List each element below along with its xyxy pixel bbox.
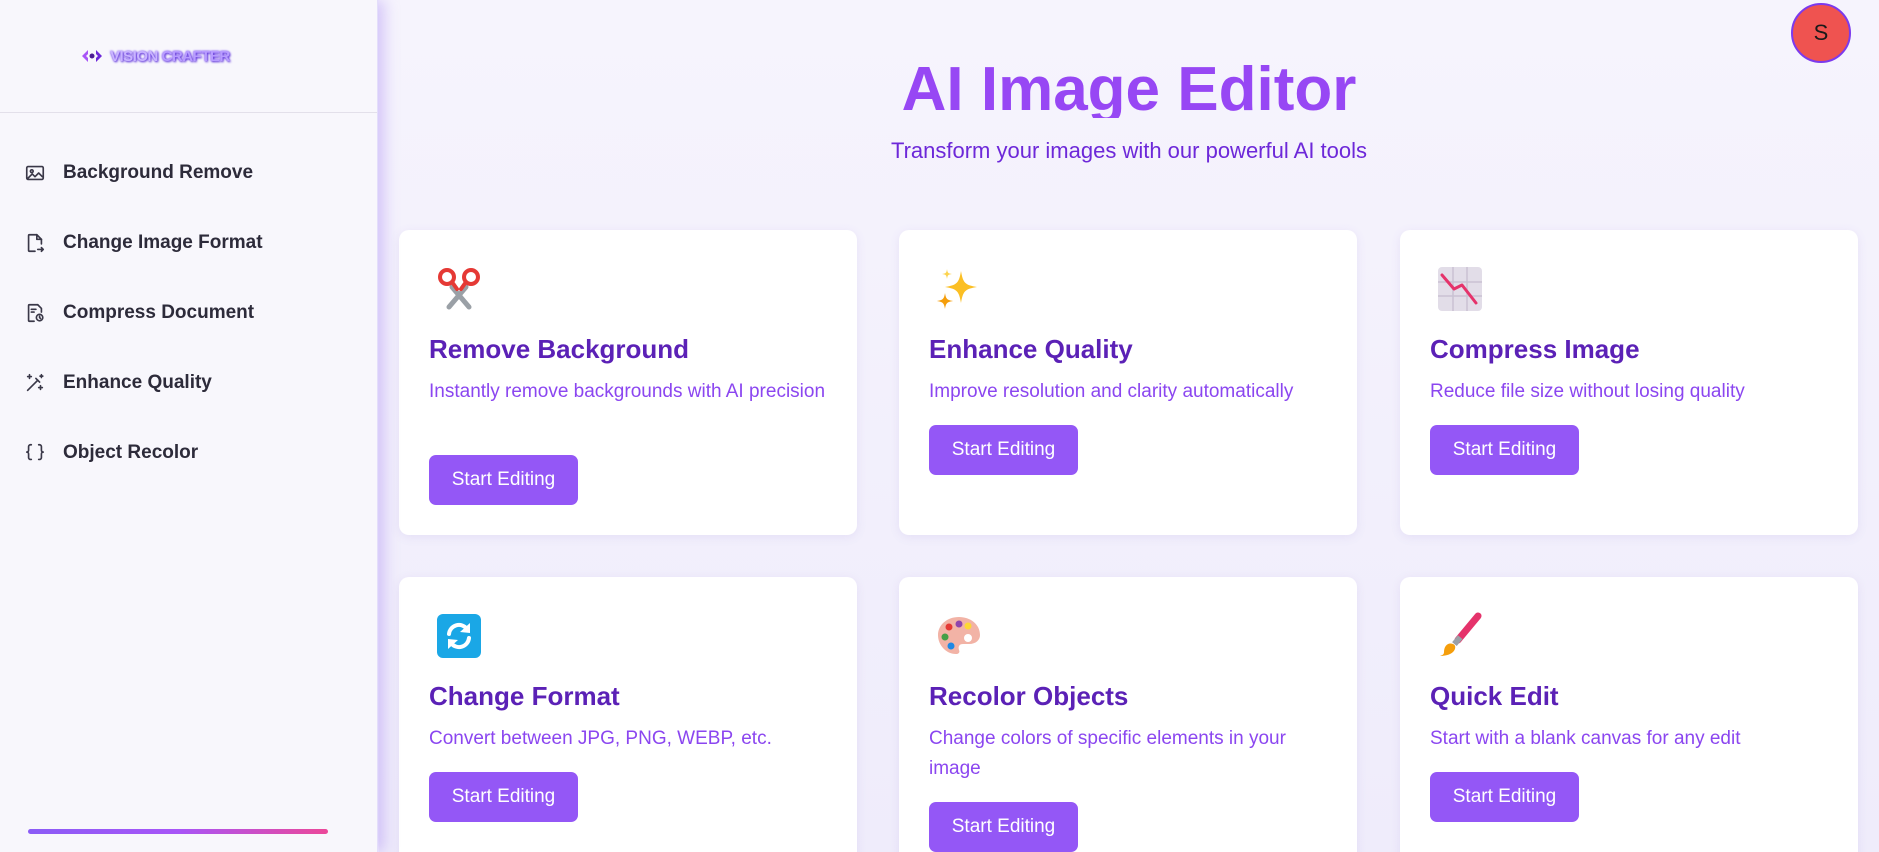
page-subtitle: Transform your images with our powerful … bbox=[890, 138, 1368, 163]
logo-text: VISION CRAFTER bbox=[110, 47, 230, 65]
sidebar-item-compress-document[interactable]: Compress Document bbox=[0, 278, 377, 348]
sidebar-gradient-bar bbox=[28, 829, 328, 834]
start-editing-button[interactable]: Start Editing bbox=[1430, 772, 1579, 822]
scissors-icon bbox=[435, 265, 483, 313]
magic-wand-icon bbox=[24, 372, 46, 394]
sidebar-item-enhance-quality[interactable]: Enhance Quality bbox=[0, 348, 377, 418]
start-editing-button[interactable]: Start Editing bbox=[929, 802, 1078, 852]
start-editing-button[interactable]: Start Editing bbox=[429, 455, 578, 505]
card-description: Reduce file size without losing quality bbox=[1430, 381, 1745, 402]
chart-decreasing-icon bbox=[1436, 265, 1484, 313]
palette-icon bbox=[935, 612, 983, 660]
sidebar-item-label: Background Remove bbox=[63, 162, 254, 183]
main-content: S AI Image Editor Transform your images … bbox=[379, 0, 1879, 852]
sidebar-nav: Background Remove Change Image Format Co… bbox=[0, 113, 377, 488]
sidebar-item-object-recolor[interactable]: Object Recolor bbox=[0, 418, 377, 488]
card-title: Remove Background bbox=[429, 334, 690, 364]
card-description: Improve resolution and clarity automatic… bbox=[929, 381, 1294, 402]
card-description: Change colors of specific elements in yo… bbox=[929, 728, 1286, 779]
sidebar-item-label: Compress Document bbox=[63, 302, 255, 323]
card-description: Start with a blank canvas for any edit bbox=[1430, 728, 1741, 749]
sidebar-item-background-remove[interactable]: Background Remove bbox=[0, 138, 377, 208]
sidebar-item-label: Object Recolor bbox=[63, 442, 199, 463]
page-title: AI Image Editor bbox=[901, 55, 1357, 118]
sidebar-item-change-image-format[interactable]: Change Image Format bbox=[0, 208, 377, 278]
start-editing-button[interactable]: Start Editing bbox=[429, 772, 578, 822]
card-title: Quick Edit bbox=[1430, 681, 1559, 711]
tool-card-remove-background: Remove Background Instantly remove backg… bbox=[399, 230, 857, 535]
card-title: Compress Image bbox=[1430, 334, 1640, 364]
logo-icon bbox=[80, 46, 104, 66]
tool-card-enhance-quality: Enhance Quality Improve resolution and c… bbox=[899, 230, 1357, 535]
start-editing-button[interactable]: Start Editing bbox=[1430, 425, 1579, 475]
tool-card-quick-edit: Quick Edit Start with a blank canvas for… bbox=[1400, 577, 1858, 852]
sidebar-item-label: Change Image Format bbox=[63, 232, 263, 253]
card-title: Enhance Quality bbox=[929, 334, 1133, 364]
sidebar-item-label: Enhance Quality bbox=[63, 372, 212, 393]
sidebar: VISION CRAFTER Background Remove Change … bbox=[0, 0, 378, 852]
card-description: Convert between JPG, PNG, WEBP, etc. bbox=[429, 728, 772, 749]
tool-card-change-format: Change Format Convert between JPG, PNG, … bbox=[399, 577, 857, 852]
file-compress-icon bbox=[24, 302, 46, 324]
file-convert-icon bbox=[24, 232, 46, 254]
braces-icon bbox=[24, 442, 46, 464]
card-title: Recolor Objects bbox=[929, 681, 1129, 711]
card-title: Change Format bbox=[429, 681, 620, 711]
paintbrush-icon bbox=[1436, 612, 1484, 660]
refresh-icon bbox=[435, 612, 483, 660]
logo[interactable]: VISION CRAFTER bbox=[0, 0, 377, 113]
card-description: Instantly remove backgrounds with AI pre… bbox=[429, 381, 826, 402]
start-editing-button[interactable]: Start Editing bbox=[929, 425, 1078, 475]
image-icon bbox=[24, 162, 46, 184]
tool-card-compress-image: Compress Image Reduce file size without … bbox=[1400, 230, 1858, 535]
tool-card-recolor-objects: Recolor Objects Change colors of specifi… bbox=[899, 577, 1357, 852]
sparkles-icon bbox=[935, 265, 983, 313]
